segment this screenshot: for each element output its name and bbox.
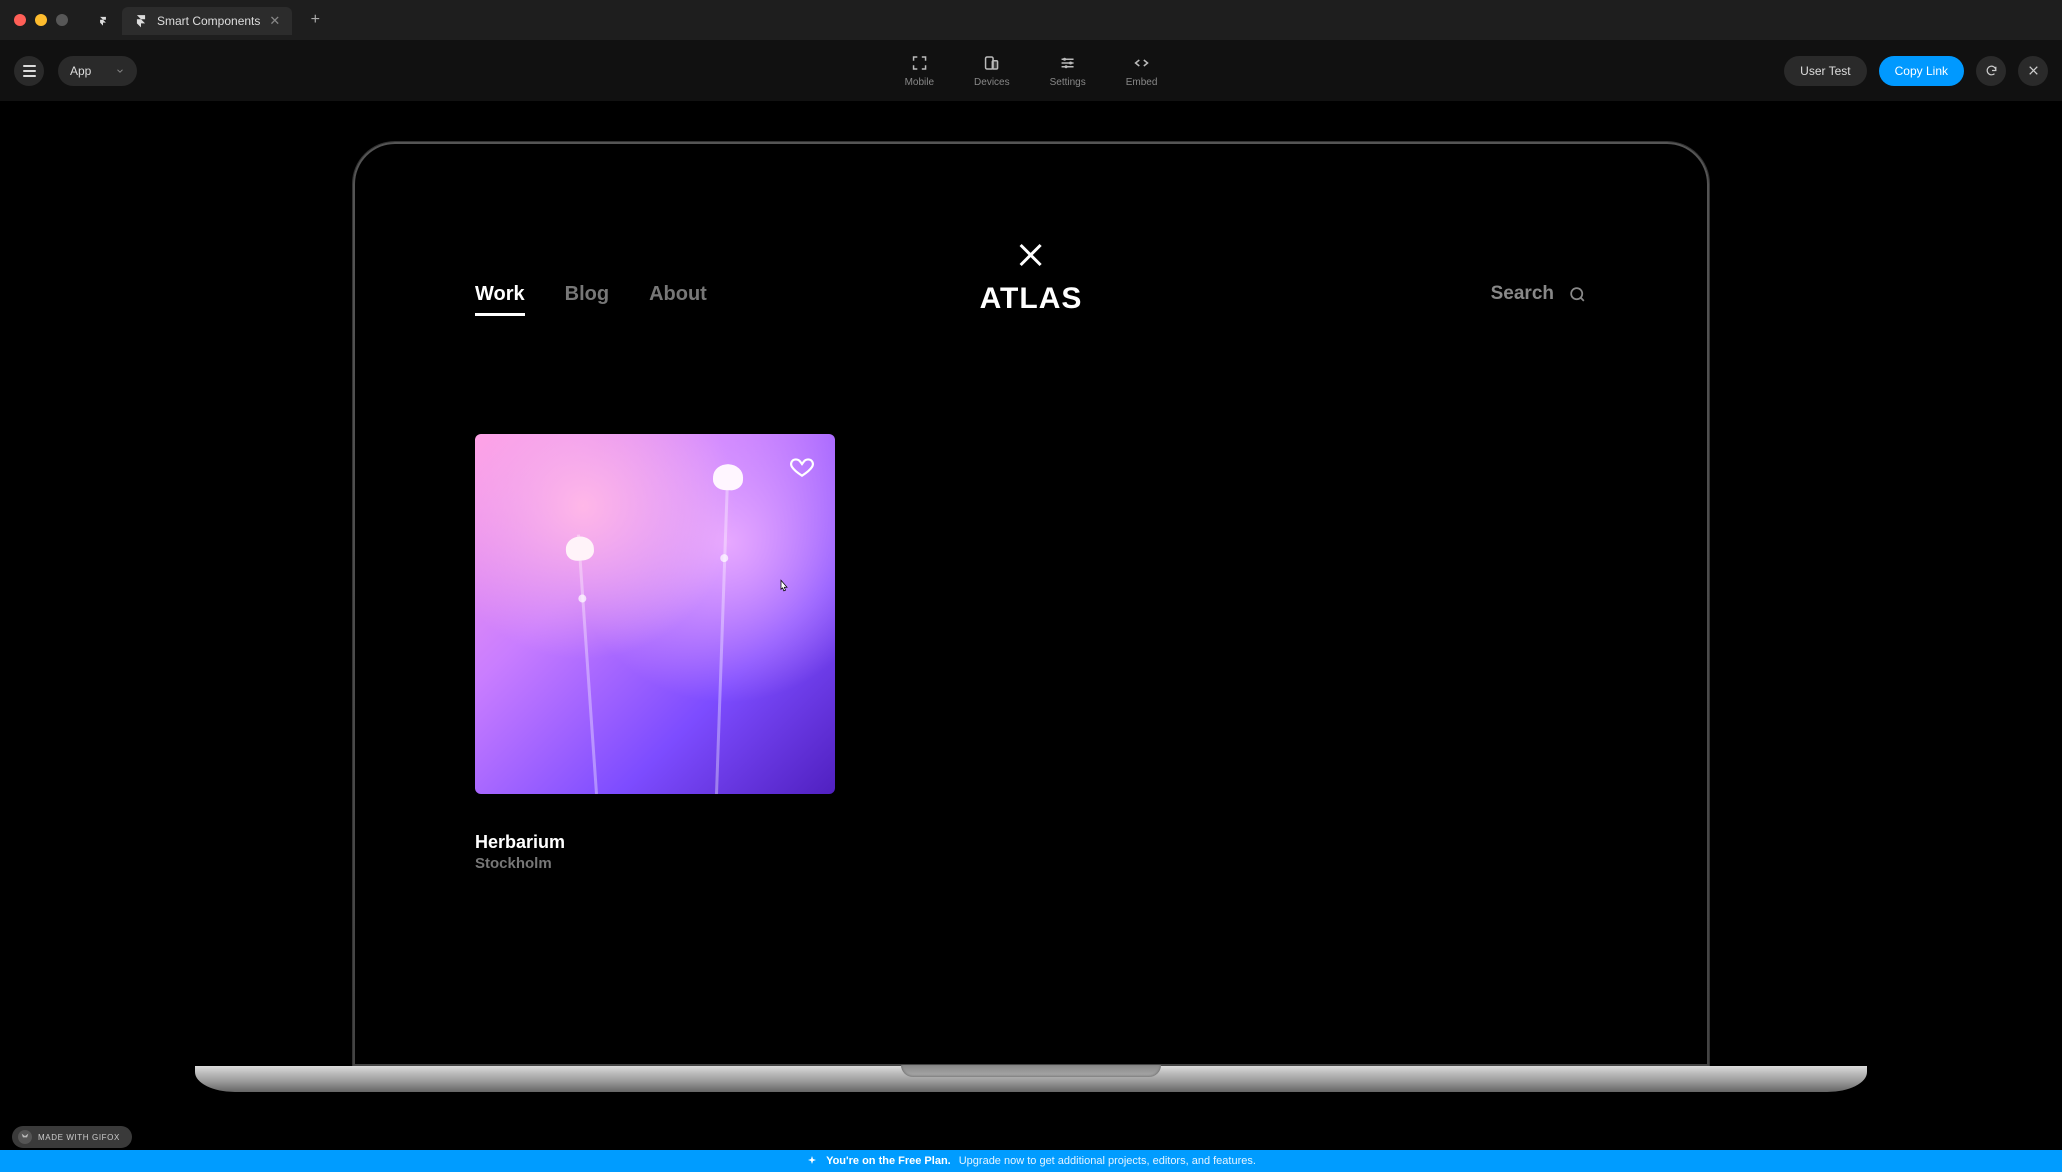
site-logo[interactable]: ATLAS xyxy=(980,240,1083,316)
gifox-icon xyxy=(18,1130,32,1144)
window-close-dot[interactable] xyxy=(14,14,26,26)
new-tab-button[interactable]: + xyxy=(300,5,330,35)
chevron-down-icon xyxy=(115,66,125,76)
banner-rest: Upgrade now to get additional projects, … xyxy=(959,1155,1256,1167)
tab-smart-components[interactable]: Smart Components ✕ xyxy=(122,7,292,35)
user-test-button[interactable]: User Test xyxy=(1784,56,1866,86)
preview-mode-label: Devices xyxy=(974,77,1010,88)
device-base xyxy=(195,1066,1867,1092)
preview-mode-settings[interactable]: Settings xyxy=(1050,54,1086,88)
search-icon xyxy=(1568,285,1587,304)
framer-logo-icon xyxy=(98,14,108,28)
window-zoom-dot[interactable] xyxy=(56,14,68,26)
card-image[interactable] xyxy=(475,434,835,794)
close-preview-button[interactable] xyxy=(2018,56,2048,86)
framer-logo-icon xyxy=(134,14,148,28)
fullscreen-icon xyxy=(910,54,928,72)
card-title: Herbarium xyxy=(475,832,835,853)
nav-link-about[interactable]: About xyxy=(649,283,707,306)
window-minimize-dot[interactable] xyxy=(35,14,47,26)
main-menu-button[interactable] xyxy=(14,56,44,86)
preview-mode-label: Settings xyxy=(1050,77,1086,88)
gifox-watermark: MADE WITH GIFOX xyxy=(12,1126,132,1148)
work-card[interactable]: Herbarium Stockholm xyxy=(475,434,835,872)
code-icon xyxy=(1133,54,1151,72)
pointer-cursor-icon xyxy=(775,576,793,598)
copy-link-button[interactable]: Copy Link xyxy=(1879,56,1964,86)
close-icon xyxy=(2027,64,2040,77)
preview-mode-label: Mobile xyxy=(905,77,934,88)
button-label: Copy Link xyxy=(1895,64,1948,78)
banner-strong: You're on the Free Plan. xyxy=(826,1155,951,1167)
site-search[interactable]: Search xyxy=(1491,283,1587,305)
reload-button[interactable] xyxy=(1976,56,2006,86)
logo-wordmark: ATLAS xyxy=(980,282,1083,316)
preview-site[interactable]: Work Blog About ATLAS xyxy=(365,154,1697,1054)
nav-link-blog[interactable]: Blog xyxy=(565,283,609,306)
page-selector[interactable]: App xyxy=(58,56,137,86)
tab-label: Smart Components xyxy=(157,14,260,28)
sliders-icon xyxy=(1059,54,1077,72)
watermark-text: MADE WITH GIFOX xyxy=(38,1133,120,1142)
reload-icon xyxy=(1985,64,1998,77)
sparkle-icon xyxy=(806,1155,818,1167)
tab-close-icon[interactable]: ✕ xyxy=(269,13,280,29)
preview-mode-mobile[interactable]: Mobile xyxy=(905,54,934,88)
button-label: User Test xyxy=(1800,64,1850,78)
window-traffic-lights[interactable] xyxy=(14,14,68,26)
search-label: Search xyxy=(1491,283,1554,305)
heart-icon xyxy=(789,454,815,480)
site-nav: Work Blog About xyxy=(475,283,707,306)
tab-home[interactable] xyxy=(86,7,120,35)
card-subtitle: Stockholm xyxy=(475,855,835,872)
logo-x-icon xyxy=(980,240,1083,276)
device-mockup-laptop: Work Blog About ATLAS xyxy=(353,142,1709,1092)
artwork-stem xyxy=(577,535,598,794)
nav-link-work[interactable]: Work xyxy=(475,283,525,306)
devices-icon xyxy=(983,54,1001,72)
page-selector-label: App xyxy=(70,64,91,78)
preview-mode-embed[interactable]: Embed xyxy=(1126,54,1158,88)
artwork-stem xyxy=(715,464,730,794)
favorite-button[interactable] xyxy=(787,452,817,482)
upgrade-banner[interactable]: You're on the Free Plan. Upgrade now to … xyxy=(0,1150,2062,1172)
preview-mode-label: Embed xyxy=(1126,77,1158,88)
preview-mode-devices[interactable]: Devices xyxy=(974,54,1010,88)
